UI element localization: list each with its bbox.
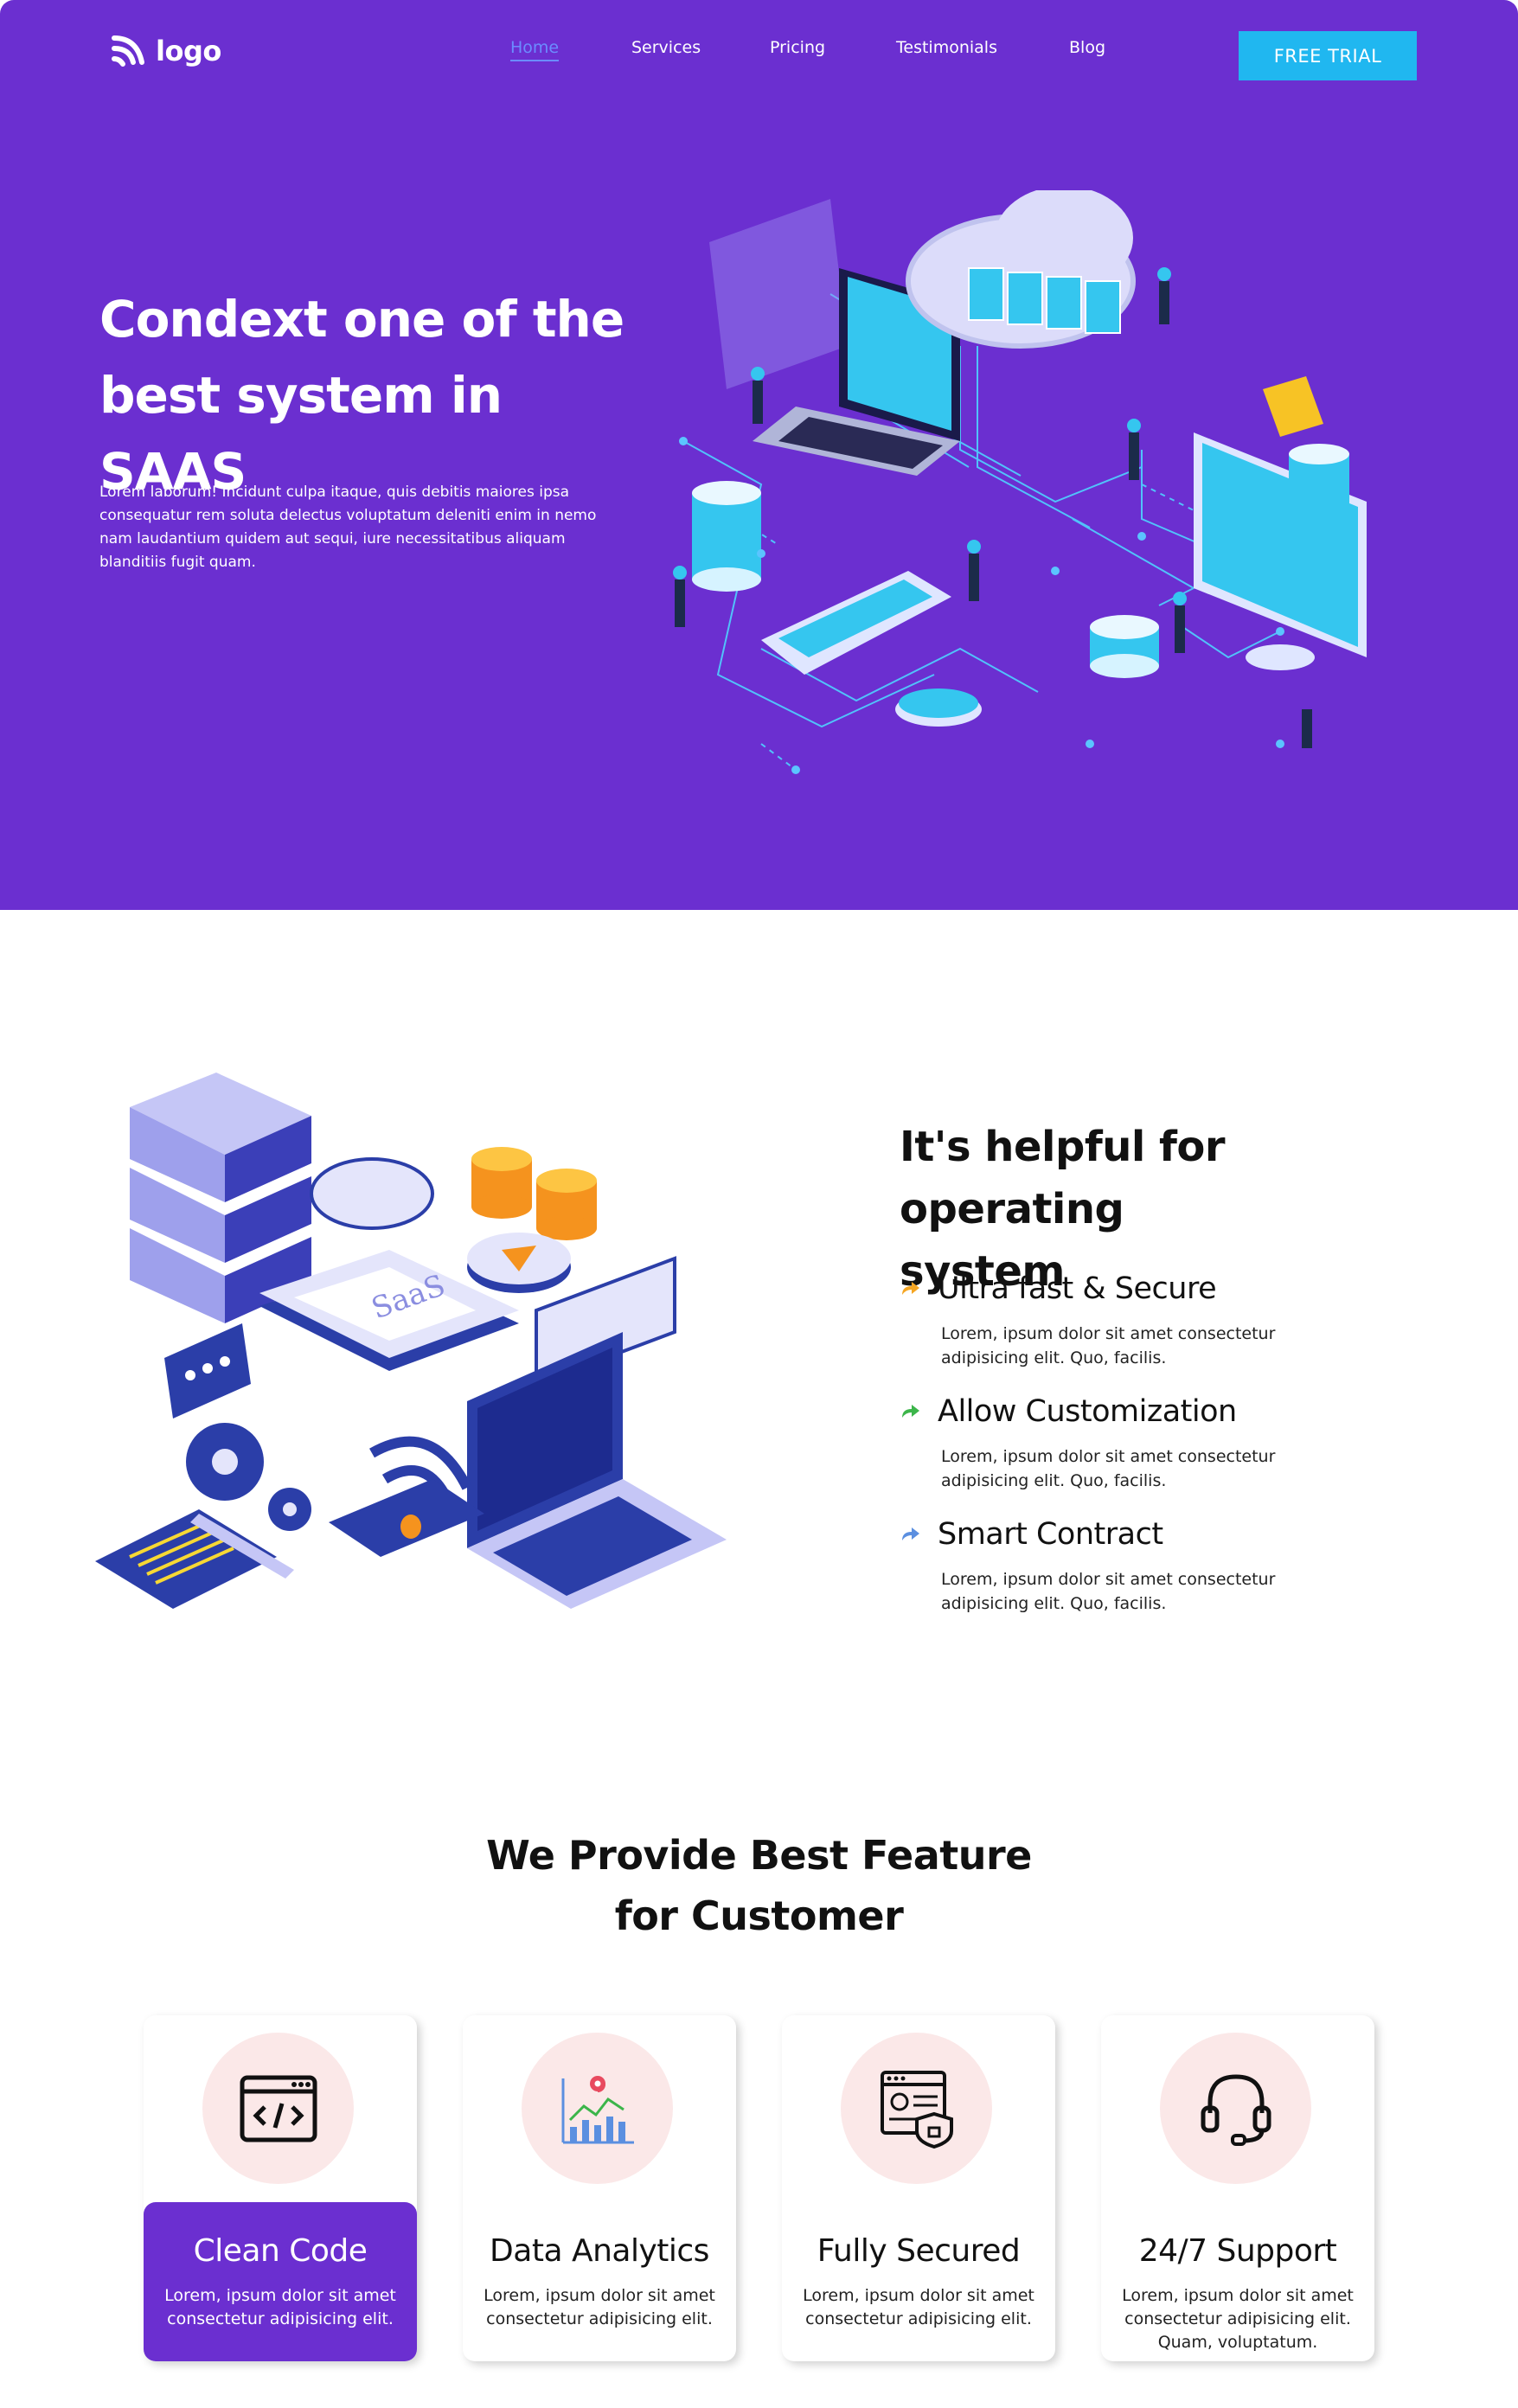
nav-pricing[interactable]: Pricing [770, 38, 825, 57]
arrow-icon [902, 1282, 919, 1295]
feature-card-clean-code[interactable]: Clean Code Lorem, ipsum dolor sit amet c… [144, 2015, 417, 2361]
card-content: Data Analytics Lorem, ipsum dolor sit am… [463, 2202, 736, 2361]
card-description: Lorem, ipsum dolor sit amet consectetur … [1122, 2286, 1354, 2352]
features-section-title: We Provide Best Feature for Customer [0, 1825, 1518, 1946]
card-content: Clean Code Lorem, ipsum dolor sit amet c… [144, 2202, 417, 2361]
feature-title: Allow Customization [938, 1394, 1237, 1429]
feature-card-support[interactable]: 24/7 Support Lorem, ipsum dolor sit amet… [1101, 2015, 1374, 2361]
card-title: Fully Secured [817, 2233, 1021, 2269]
feature-title: Smart Contract [938, 1517, 1163, 1552]
logo-icon [112, 35, 144, 67]
hero-title-line1: Condext one of the [99, 290, 624, 349]
feature-description: Lorem, ipsum dolor sit amet consectetur … [941, 1447, 1276, 1490]
feature-description: Lorem, ipsum dolor sit amet consectetur … [941, 1570, 1276, 1613]
feature-item: Smart Contract Lorem, ipsum dolor sit am… [900, 1517, 1419, 1616]
headset-icon [1201, 2073, 1271, 2146]
hero-title: Condext one of the best system in SAAS [99, 281, 653, 509]
isometric-saas-illustration: SaaS [95, 1073, 727, 1609]
analytics-icon [561, 2075, 634, 2143]
feature-card-data-analytics[interactable]: Data Analytics Lorem, ipsum dolor sit am… [463, 2015, 736, 2361]
features-title-line2: for Customer [614, 1892, 904, 1939]
card-description: Lorem, ipsum dolor sit amet consectetur … [803, 2286, 1034, 2328]
card-icon-circle [202, 2033, 354, 2184]
card-content: Fully Secured Lorem, ipsum dolor sit ame… [782, 2202, 1055, 2361]
card-content: 24/7 Support Lorem, ipsum dolor sit amet… [1101, 2202, 1374, 2361]
code-icon [240, 2075, 317, 2142]
hero-section: logo Home Services Pricing Testimonials … [0, 0, 1518, 910]
hero-description: Lorem laborum! Incidunt culpa itaque, qu… [99, 484, 597, 571]
feature-title: Ultra fast & Secure [938, 1271, 1217, 1306]
feature-description: Lorem, ipsum dolor sit amet consectetur … [941, 1324, 1276, 1367]
arrow-icon [902, 1405, 919, 1418]
card-icon-circle [1160, 2033, 1311, 2184]
secure-profile-icon [880, 2070, 953, 2149]
feature-card-fully-secured[interactable]: Fully Secured Lorem, ipsum dolor sit ame… [782, 2015, 1055, 2361]
logo-text: logo [156, 35, 221, 67]
card-icon-circle [841, 2033, 992, 2184]
isometric-cloud-network-illustration [673, 190, 1367, 774]
card-title: Data Analytics [490, 2233, 709, 2269]
logo[interactable]: logo [111, 33, 221, 69]
feature-item: Allow Customization Lorem, ipsum dolor s… [900, 1394, 1419, 1493]
card-icon-circle [522, 2033, 673, 2184]
card-description: Lorem, ipsum dolor sit amet consectetur … [484, 2286, 715, 2328]
nav-testimonials[interactable]: Testimonials [896, 38, 997, 57]
arrow-icon [902, 1527, 919, 1540]
card-description: Lorem, ipsum dolor sit amet consectetur … [164, 2286, 396, 2328]
nav-services[interactable]: Services [631, 38, 701, 57]
nav-home[interactable]: Home [510, 38, 560, 61]
nav-blog[interactable]: Blog [1069, 38, 1105, 57]
feature-item: Ultra fast & Secure Lorem, ipsum dolor s… [900, 1271, 1419, 1370]
features-title-line1: We Provide Best Feature [486, 1832, 1032, 1879]
helpful-title-line1: It's helpful for operating [900, 1123, 1226, 1233]
free-trial-button[interactable]: FREE TRIAL [1239, 31, 1417, 80]
card-title: Clean Code [193, 2233, 368, 2269]
card-title: 24/7 Support [1138, 2233, 1337, 2269]
